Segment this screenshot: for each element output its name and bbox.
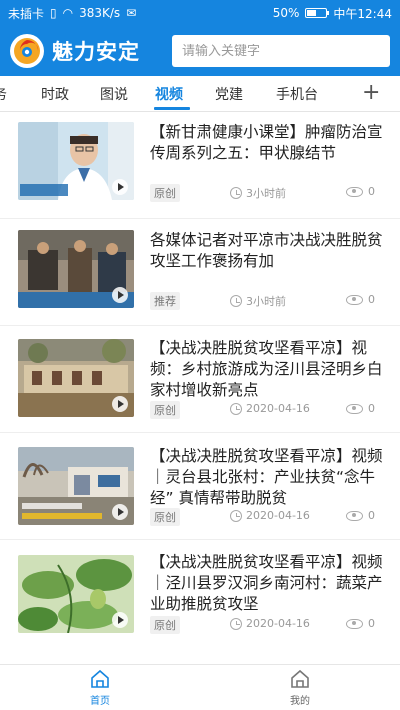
tab-politics[interactable]: 时政 (41, 84, 69, 104)
logo-icon (10, 34, 44, 68)
publish-time: 3小时前 (230, 185, 286, 201)
view-count-text: 0 (368, 402, 375, 415)
eye-icon (346, 294, 363, 305)
news-meta: 推荐 3小时前 0 (150, 292, 380, 310)
home-icon (91, 669, 109, 688)
eye-icon (346, 186, 363, 197)
bottom-navigation: 首页 我的 (0, 664, 400, 710)
news-tag: 原创 (150, 401, 180, 419)
battery-icon (305, 8, 330, 18)
tab-party[interactable]: 党建 (215, 84, 243, 104)
eye-icon (346, 618, 363, 629)
publish-time: 2020-04-16 (230, 509, 310, 522)
nav-mine-button[interactable]: 我的 (270, 669, 330, 707)
app-header: 魅力安定 (0, 26, 400, 76)
eye-icon (346, 510, 363, 521)
clock-icon (230, 617, 242, 630)
tab-video[interactable]: 视频 (155, 84, 183, 104)
tab-photos[interactable]: 图说 (100, 84, 128, 104)
view-count: 0 (346, 509, 375, 522)
news-tag: 推荐 (150, 292, 180, 310)
time-text: 3小时前 (246, 295, 286, 308)
video-thumbnail[interactable] (18, 555, 134, 633)
publish-time: 3小时前 (230, 293, 286, 309)
video-thumbnail[interactable] (18, 339, 134, 417)
news-tag: 原创 (150, 508, 180, 526)
video-thumbnail[interactable] (18, 447, 134, 525)
news-tag: 原创 (150, 616, 180, 634)
sim-icon: ▯ (50, 6, 57, 20)
news-meta: 原创 3小时前 0 (150, 184, 380, 202)
news-item[interactable]: 各媒体记者对平凉市决战决胜脱贫攻坚工作褒扬有加 推荐 3小时前 0 (0, 219, 400, 326)
add-channel-icon[interactable]: + (362, 82, 380, 104)
carrier-text: 未插卡 (8, 6, 45, 21)
play-icon[interactable] (112, 612, 128, 628)
view-count-text: 0 (368, 293, 375, 306)
news-title[interactable]: 【决战决胜脱贫攻坚看平凉】视频｜灵台县北张村：产业扶贫“念牛经” 真情帮带助脱贫 (150, 446, 386, 509)
category-tabs: 务 时政 图说 视频 党建 手机台 + (0, 76, 400, 112)
tab-partial[interactable]: 务 (0, 84, 7, 104)
publish-time: 2020-04-16 (230, 617, 310, 630)
view-count-text: 0 (368, 617, 375, 630)
battery-fill (307, 10, 317, 16)
tab-mobile-tv[interactable]: 手机台 (276, 84, 318, 104)
news-tag: 原创 (150, 184, 180, 202)
clock-icon (230, 509, 242, 522)
app-title: 魅力安定 (52, 39, 140, 64)
news-meta: 原创 2020-04-16 0 (150, 508, 380, 526)
network-speed: 383K/s (79, 6, 121, 20)
clock-icon (230, 295, 242, 307)
news-title[interactable]: 【决战决胜脱贫攻坚看平凉】视频：乡村旅游成为泾川县泾明乡白家村增收新亮点 (150, 338, 386, 401)
search-input[interactable] (182, 43, 380, 59)
news-title[interactable]: 【新甘肃健康小课堂】肿瘤防治宣传周系列之五：甲状腺结节 (150, 122, 386, 164)
active-tab-indicator (154, 107, 190, 110)
play-icon[interactable] (112, 179, 128, 195)
news-item[interactable]: 【新甘肃健康小课堂】肿瘤防治宣传周系列之五：甲状腺结节 原创 3小时前 0 (0, 112, 400, 219)
time-text: 2020-04-16 (246, 617, 310, 630)
home-outline-icon (291, 669, 309, 688)
view-count-text: 0 (368, 185, 375, 198)
publish-time: 2020-04-16 (230, 402, 310, 415)
video-thumbnail[interactable] (18, 122, 134, 200)
nav-home-label: 首页 (90, 696, 110, 707)
view-count: 0 (346, 617, 375, 630)
wifi-icon: ◠ (62, 6, 74, 20)
message-icon: ✉ (126, 6, 137, 20)
view-count: 0 (346, 185, 375, 198)
play-icon[interactable] (112, 396, 128, 412)
view-count: 0 (346, 293, 375, 306)
news-item[interactable]: 【决战决胜脱贫攻坚看平凉】视频：乡村旅游成为泾川县泾明乡白家村增收新亮点 原创 … (0, 326, 400, 433)
news-title[interactable]: 【决战决胜脱贫攻坚看平凉】视频｜泾川县罗汉洞乡南河村：蔬菜产业助推脱贫攻坚 (150, 552, 386, 615)
clock-time: 中午12:44 (333, 6, 392, 21)
time-text: 3小时前 (246, 187, 286, 200)
eye-icon (346, 403, 363, 414)
clock-icon (230, 402, 242, 415)
news-meta: 原创 2020-04-16 0 (150, 401, 380, 419)
nav-home-button[interactable]: 首页 (70, 669, 130, 707)
news-item[interactable]: 【决战决胜脱贫攻坚看平凉】视频｜泾川县罗汉洞乡南河村：蔬菜产业助推脱贫攻坚 原创… (0, 540, 400, 647)
news-item[interactable]: 【决战决胜脱贫攻坚看平凉】视频｜灵台县北张村：产业扶贫“念牛经” 真情帮带助脱贫… (0, 433, 400, 540)
search-box[interactable] (172, 35, 390, 67)
view-count: 0 (346, 402, 375, 415)
nav-mine-label: 我的 (290, 696, 310, 707)
view-count-text: 0 (368, 509, 375, 522)
time-text: 2020-04-16 (246, 509, 310, 522)
news-meta: 原创 2020-04-16 0 (150, 616, 380, 634)
news-title[interactable]: 各媒体记者对平凉市决战决胜脱贫攻坚工作褒扬有加 (150, 230, 386, 272)
status-bar: 未插卡 ▯ ◠ 383K/s ✉ 50% 中午12:44 (0, 0, 400, 26)
battery-percent: 50% (272, 6, 300, 20)
play-icon[interactable] (112, 504, 128, 520)
video-thumbnail[interactable] (18, 230, 134, 308)
clock-icon (230, 187, 242, 199)
time-text: 2020-04-16 (246, 402, 310, 415)
play-icon[interactable] (112, 287, 128, 303)
